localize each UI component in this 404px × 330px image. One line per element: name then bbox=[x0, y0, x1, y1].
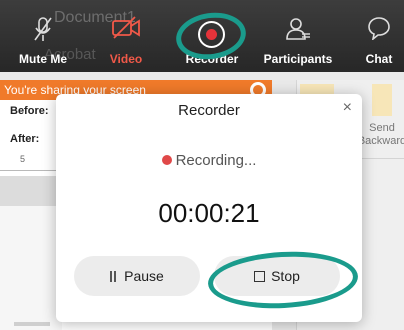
mute-button[interactable]: Mute Me bbox=[10, 0, 76, 72]
recording-status: Recording... bbox=[56, 152, 362, 169]
video-off-icon bbox=[111, 16, 141, 45]
arrange-icon bbox=[372, 84, 392, 116]
elapsed-timer: 00:00:21 bbox=[158, 198, 260, 228]
send-backward-label[interactable]: Send Backward bbox=[356, 122, 404, 148]
recording-dot-icon bbox=[161, 155, 172, 166]
page-thumbnail-edge bbox=[14, 322, 50, 326]
pause-button[interactable]: Pause bbox=[74, 256, 200, 296]
ruler bbox=[0, 170, 60, 171]
mic-muted-icon bbox=[32, 16, 54, 49]
close-icon[interactable]: × bbox=[343, 99, 352, 117]
video-button[interactable]: Video bbox=[96, 0, 156, 72]
ruler-number: 5 bbox=[20, 154, 26, 164]
document-margin-area bbox=[0, 176, 62, 206]
chat-label: Chat bbox=[365, 52, 393, 66]
participants-icon bbox=[285, 16, 311, 47]
pause-label: Pause bbox=[124, 268, 164, 284]
chat-button[interactable]: Chat bbox=[354, 0, 404, 72]
document-left-strip bbox=[0, 206, 62, 330]
meeting-toolbar: Document1 Acrobat Mute Me Video Recorder bbox=[0, 0, 404, 72]
dialog-title: Recorder bbox=[178, 102, 240, 119]
recording-status-text: Recording... bbox=[175, 152, 257, 169]
before-label: Before: bbox=[10, 105, 49, 117]
video-label: Video bbox=[109, 52, 143, 66]
chat-icon bbox=[367, 16, 391, 45]
after-label: After: bbox=[10, 133, 40, 145]
participants-button[interactable]: Participants bbox=[254, 0, 342, 72]
participants-label: Participants bbox=[263, 52, 333, 66]
pause-icon bbox=[110, 270, 117, 282]
mute-label: Mute Me bbox=[19, 52, 67, 66]
